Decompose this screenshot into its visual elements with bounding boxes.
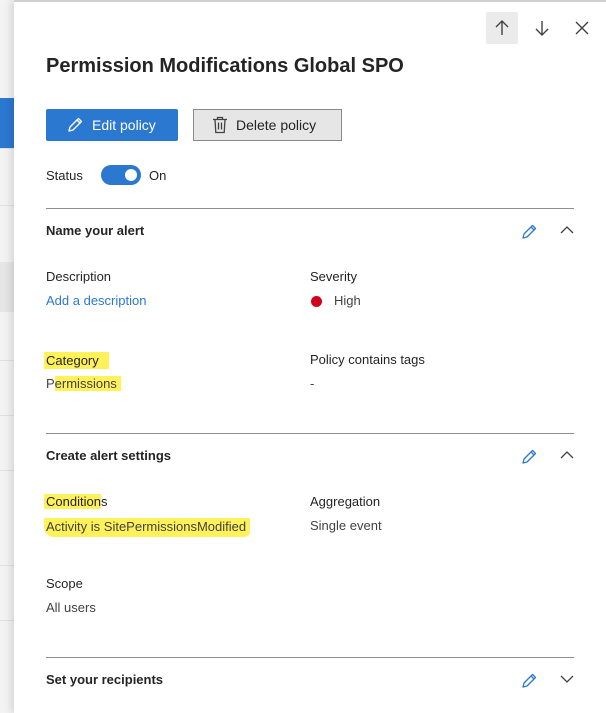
scope-value: All users — [46, 600, 96, 615]
category-value-first-letter: P — [46, 376, 55, 391]
description-label: Description — [46, 269, 112, 284]
category-value-highlighted: ermissions — [54, 376, 121, 391]
background-accent — [0, 98, 14, 148]
background-row-divider — [0, 360, 14, 361]
panel-title: Permission Modifications Global SPO — [46, 55, 404, 77]
pencil-icon[interactable] — [520, 223, 538, 241]
add-description-link[interactable]: Add a description — [46, 293, 146, 308]
conditions-label-rest: s — [100, 494, 108, 509]
next-item-button[interactable] — [526, 12, 558, 44]
category-label: Category — [44, 352, 109, 369]
chevron-down-icon[interactable] — [559, 671, 575, 687]
pencil-icon[interactable] — [520, 448, 538, 466]
background-selected-row — [0, 262, 14, 312]
background-row-divider — [0, 565, 14, 566]
background-row-divider — [0, 620, 14, 621]
delete-policy-label: Delete policy — [236, 117, 317, 133]
tags-label: Policy contains tags — [310, 352, 425, 367]
section-title-recipients: Set your recipients — [46, 672, 164, 687]
edit-policy-label: Edit policy — [92, 117, 156, 133]
status-value: On — [149, 168, 167, 183]
background-page — [0, 0, 14, 713]
status-label: Status — [46, 168, 83, 183]
arrow-up-icon — [495, 20, 509, 35]
severity-value: High — [334, 293, 361, 308]
background-row-divider — [0, 470, 14, 471]
close-icon — [575, 21, 589, 35]
previous-item-button[interactable] — [486, 12, 518, 44]
conditions-label-highlighted: Condition — [44, 494, 101, 509]
section-divider — [46, 208, 574, 209]
tags-value: - — [310, 376, 315, 391]
conditions-value: Activity is SitePermissionsModified — [44, 518, 251, 537]
aggregation-value: Single event — [310, 518, 382, 533]
scope-label: Scope — [46, 576, 83, 591]
background-row-divider — [0, 205, 14, 206]
arrow-down-icon — [535, 21, 549, 36]
trash-icon — [213, 116, 227, 134]
conditions-label: Conditions — [44, 494, 107, 509]
panel-top-border — [14, 0, 606, 2]
aggregation-label: Aggregation — [310, 494, 381, 509]
section-divider — [46, 657, 574, 658]
category-value: Permissions — [46, 376, 121, 391]
background-row-divider — [0, 415, 14, 416]
pencil-icon — [68, 117, 83, 132]
chevron-up-icon[interactable] — [559, 447, 575, 463]
close-panel-button[interactable] — [566, 12, 598, 44]
delete-policy-button[interactable]: Delete policy — [193, 109, 342, 141]
section-title-settings: Create alert settings — [46, 448, 171, 463]
pencil-icon[interactable] — [520, 672, 538, 690]
section-title-name: Name your alert — [46, 223, 145, 238]
chevron-up-icon[interactable] — [559, 222, 575, 238]
severity-high-dot — [311, 296, 322, 307]
edit-policy-button[interactable]: Edit policy — [46, 109, 178, 141]
background-row-divider — [0, 148, 14, 149]
severity-label: Severity — [310, 269, 357, 284]
status-toggle[interactable] — [101, 165, 141, 185]
toggle-knob — [125, 169, 137, 181]
section-divider — [46, 433, 574, 434]
